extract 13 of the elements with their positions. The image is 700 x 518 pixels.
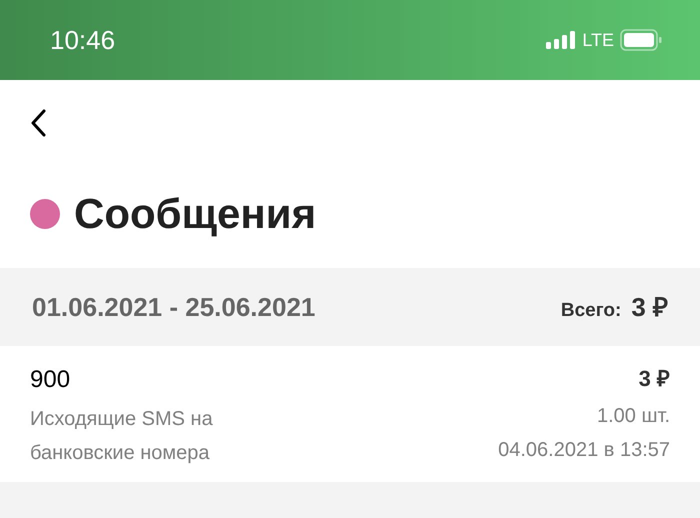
charge-datetime: 04.06.2021 в 13:57 <box>498 438 670 463</box>
total-label: Всего: <box>560 298 622 322</box>
clock-time: 10:46 <box>50 24 116 56</box>
page-title: Сообщения <box>74 189 316 239</box>
phone-number: 900 <box>30 365 72 395</box>
period-range: 01.06.2021 - 25.06.2021 <box>32 290 316 324</box>
battery-icon <box>620 29 662 51</box>
total-amount: 3 ₽ <box>631 290 668 324</box>
network-label: LTE <box>582 28 614 52</box>
charge-quantity: 1.00 шт. <box>596 404 670 429</box>
charge-amount: 3 ₽ <box>638 365 670 393</box>
charge-description: Исходящие SMS на банковские номера <box>30 407 214 466</box>
signal-icon <box>546 31 576 49</box>
